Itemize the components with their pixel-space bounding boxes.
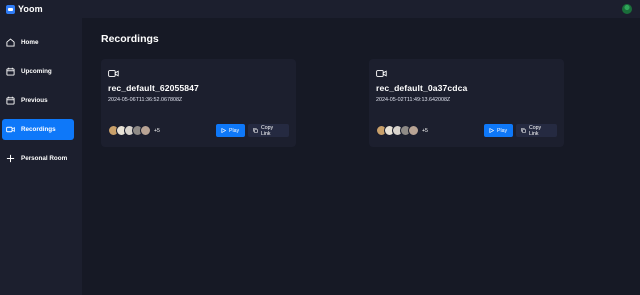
sidebar-item-upcoming[interactable]: Upcoming bbox=[2, 61, 74, 82]
video-icon bbox=[108, 69, 289, 78]
sidebar: Home Upcoming Previous Recordings Person… bbox=[0, 18, 82, 295]
sidebar-item-recordings[interactable]: Recordings bbox=[2, 119, 74, 140]
yoom-logo-icon bbox=[6, 4, 15, 14]
play-icon bbox=[489, 128, 494, 133]
avatar bbox=[408, 125, 419, 136]
video-icon bbox=[6, 125, 15, 134]
sidebar-item-label: Recordings bbox=[21, 126, 56, 133]
avatar bbox=[140, 125, 151, 136]
home-icon bbox=[6, 38, 15, 47]
brand[interactable]: Yoom bbox=[6, 4, 43, 14]
copy-link-label: Copy Link bbox=[260, 124, 274, 137]
top-navbar: Yoom bbox=[0, 0, 640, 18]
play-button[interactable]: Play bbox=[484, 124, 513, 137]
recording-date: 2024-05-02T11:49:13.642008Z bbox=[376, 97, 451, 103]
sidebar-item-personal-room[interactable]: Personal Room bbox=[2, 148, 74, 169]
calendar-icon bbox=[6, 67, 15, 76]
recording-title: rec_default_62055847 bbox=[108, 83, 199, 93]
copy-link-label: Copy Link bbox=[528, 124, 542, 137]
main-content: Recordings rec_default_62055847 2024-05-… bbox=[100, 18, 640, 295]
participant-avatars: +5 bbox=[108, 125, 160, 136]
copy-link-button[interactable]: Copy Link bbox=[248, 124, 289, 137]
video-icon bbox=[376, 69, 557, 78]
play-button[interactable]: Play bbox=[216, 124, 245, 137]
sidebar-item-label: Previous bbox=[21, 97, 48, 104]
sidebar-item-home[interactable]: Home bbox=[2, 32, 74, 53]
recording-card: rec_default_62055847 2024-05-06T11:36:52… bbox=[101, 59, 296, 147]
page-title: Recordings bbox=[101, 33, 159, 45]
copy-icon bbox=[253, 128, 258, 133]
more-participants-count: +5 bbox=[154, 127, 160, 134]
app-name: Yoom bbox=[18, 4, 43, 14]
calendar-icon bbox=[6, 96, 15, 105]
copy-icon bbox=[521, 128, 526, 133]
recording-title: rec_default_0a37cdca bbox=[376, 83, 468, 93]
play-icon bbox=[221, 128, 226, 133]
sidebar-item-label: Home bbox=[21, 39, 39, 46]
plus-icon bbox=[6, 154, 15, 163]
sidebar-item-label: Personal Room bbox=[21, 155, 68, 162]
user-avatar[interactable] bbox=[622, 4, 632, 14]
recording-card: rec_default_0a37cdca 2024-05-02T11:49:13… bbox=[369, 59, 564, 147]
copy-link-button[interactable]: Copy Link bbox=[516, 124, 557, 137]
sidebar-item-label: Upcoming bbox=[21, 68, 52, 75]
play-button-label: Play bbox=[497, 127, 508, 134]
sidebar-item-previous[interactable]: Previous bbox=[2, 90, 74, 111]
recording-date: 2024-05-06T11:36:52.067808Z bbox=[108, 97, 183, 103]
more-participants-count: +5 bbox=[422, 127, 428, 134]
participant-avatars: +5 bbox=[376, 125, 428, 136]
play-button-label: Play bbox=[229, 127, 240, 134]
